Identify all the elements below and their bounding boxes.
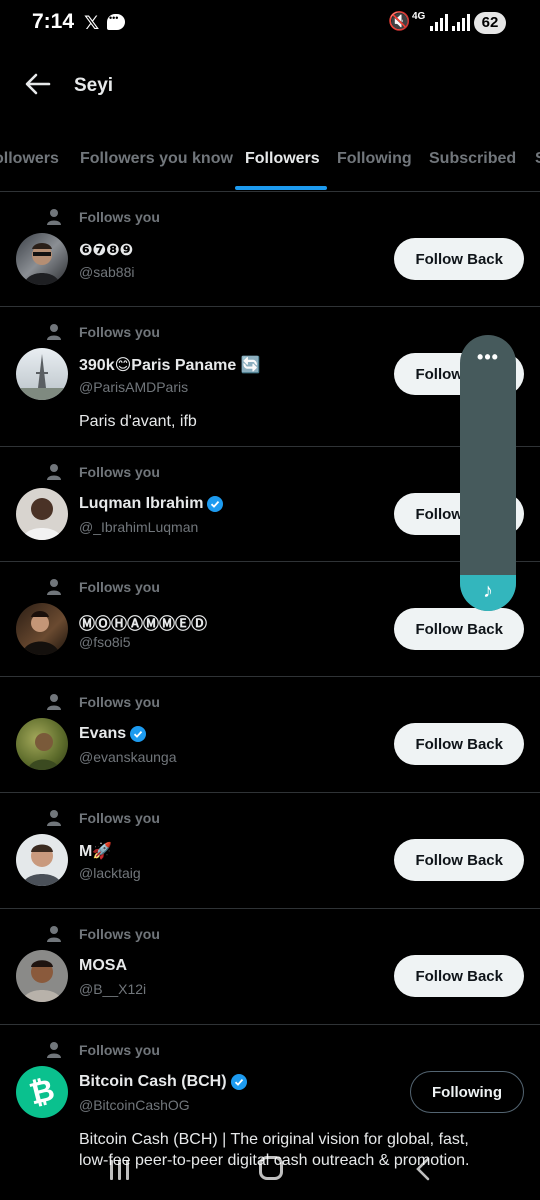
- follow-back-button[interactable]: Follow Back: [394, 723, 524, 765]
- following-button[interactable]: Following: [410, 1071, 524, 1113]
- display-name[interactable]: Luqman Ibrahim: [79, 495, 224, 513]
- display-name[interactable]: ⓂⓄⒽⒶⓂⓂⒺⒹ: [79, 610, 207, 634]
- bitcoin-logo-icon: ₿: [26, 1073, 58, 1113]
- active-tab-indicator: [235, 186, 327, 190]
- avatar[interactable]: [16, 348, 68, 400]
- list-item[interactable]: Follows you ⓂⓄⒽⒶⓂⓂⒺⒹ @fso8i5 Follow Back: [0, 562, 540, 677]
- avatar[interactable]: [16, 233, 68, 285]
- mute-icon: 🔇: [388, 11, 411, 31]
- follow-back-button[interactable]: Follow Back: [394, 839, 524, 881]
- system-nav-bar: [0, 1150, 540, 1200]
- avatar[interactable]: [16, 488, 68, 540]
- page-title: Seyi: [74, 75, 114, 96]
- verified-badge-icon: [207, 496, 224, 512]
- verified-badge-icon: [130, 726, 147, 742]
- avatar[interactable]: ₿: [16, 1066, 68, 1118]
- user-handle[interactable]: @sab88i: [79, 264, 134, 280]
- person-icon: [47, 926, 61, 942]
- person-icon: [47, 810, 61, 826]
- tab-followers-you-know[interactable]: Followers you know: [80, 150, 233, 168]
- user-handle[interactable]: @evanskaunga: [79, 749, 177, 765]
- avatar[interactable]: [16, 718, 68, 770]
- tab-following[interactable]: Following: [337, 150, 412, 168]
- list-item[interactable]: Follows you M🚀 @lacktaig Follow Back: [0, 793, 540, 909]
- recent-apps-icon[interactable]: [110, 1160, 132, 1180]
- follow-back-button[interactable]: Follow Back: [394, 608, 524, 650]
- person-icon: [47, 579, 61, 595]
- user-handle[interactable]: @lacktaig: [79, 865, 141, 881]
- x-notification-icon: 𝕏: [84, 13, 100, 34]
- tab-subscribed[interactable]: Subscribed: [429, 150, 516, 168]
- person-icon: [47, 1042, 61, 1058]
- person-icon: [47, 209, 61, 225]
- back-arrow-icon[interactable]: [22, 68, 54, 100]
- list-item[interactable]: Follows you Luqman Ibrahim @_IbrahimLuqm…: [0, 447, 540, 562]
- follow-back-button[interactable]: Follow Back: [394, 955, 524, 997]
- tab-overflow[interactable]: S: [535, 150, 540, 168]
- list-item[interactable]: Follows you MOSA @B__X12i Follow Back: [0, 909, 540, 1025]
- battery-indicator: 62: [474, 12, 506, 34]
- signal-icon: [430, 14, 450, 31]
- person-icon: [47, 464, 61, 480]
- avatar[interactable]: [16, 603, 68, 655]
- svg-text:₿: ₿: [26, 1073, 58, 1113]
- list-item[interactable]: Follows you ❻❼❽❾ @sab88i Follow Back: [0, 192, 540, 307]
- network-type: 4G: [412, 11, 426, 22]
- list-item[interactable]: Follows you 390k😊Paris Paname 🔄 @ParisAM…: [0, 307, 540, 447]
- display-name[interactable]: ❻❼❽❾: [79, 240, 133, 260]
- display-name[interactable]: MOSA: [79, 957, 127, 975]
- display-name[interactable]: M🚀: [79, 841, 112, 861]
- list-item[interactable]: Follows you Evans @evanskaunga Follow Ba…: [0, 677, 540, 793]
- user-handle[interactable]: @fso8i5: [79, 634, 131, 650]
- person-icon: [47, 324, 61, 340]
- avatar[interactable]: [16, 950, 68, 1002]
- display-name[interactable]: 390k😊Paris Paname 🔄: [79, 355, 261, 375]
- status-time: 7:14: [32, 10, 75, 33]
- tab-bar: ollowers Followers you know Followers Fo…: [0, 136, 540, 192]
- tab-followers[interactable]: Followers: [245, 150, 320, 168]
- nav-back-icon[interactable]: [410, 1156, 436, 1182]
- user-handle[interactable]: @BitcoinCashOG: [79, 1097, 190, 1113]
- signal-icon-2: [452, 14, 472, 31]
- user-handle[interactable]: @B__X12i: [79, 981, 146, 997]
- person-icon: [47, 694, 61, 710]
- tab-verified-followers[interactable]: ollowers: [0, 150, 59, 168]
- verified-badge-icon: [230, 1074, 247, 1090]
- user-handle[interactable]: @_IbrahimLuqman: [79, 519, 198, 535]
- music-note-icon[interactable]: ♪: [460, 580, 516, 603]
- chat-notification-icon: [107, 13, 125, 30]
- status-bar: 7:14 𝕏 🔇 4G 62: [0, 0, 540, 48]
- display-name[interactable]: Bitcoin Cash (BCH): [79, 1073, 247, 1091]
- display-name[interactable]: Evans: [79, 725, 147, 743]
- page-header: Seyi: [0, 56, 540, 116]
- more-dots-icon[interactable]: •••: [460, 347, 516, 368]
- user-bio: Paris d'avant, ifb: [79, 413, 197, 430]
- follow-back-button[interactable]: Follow Back: [394, 238, 524, 280]
- user-handle[interactable]: @ParisAMDParis: [79, 379, 188, 395]
- floating-music-widget[interactable]: ••• ♪: [460, 335, 516, 611]
- avatar[interactable]: [16, 834, 68, 886]
- home-icon[interactable]: [259, 1156, 283, 1180]
